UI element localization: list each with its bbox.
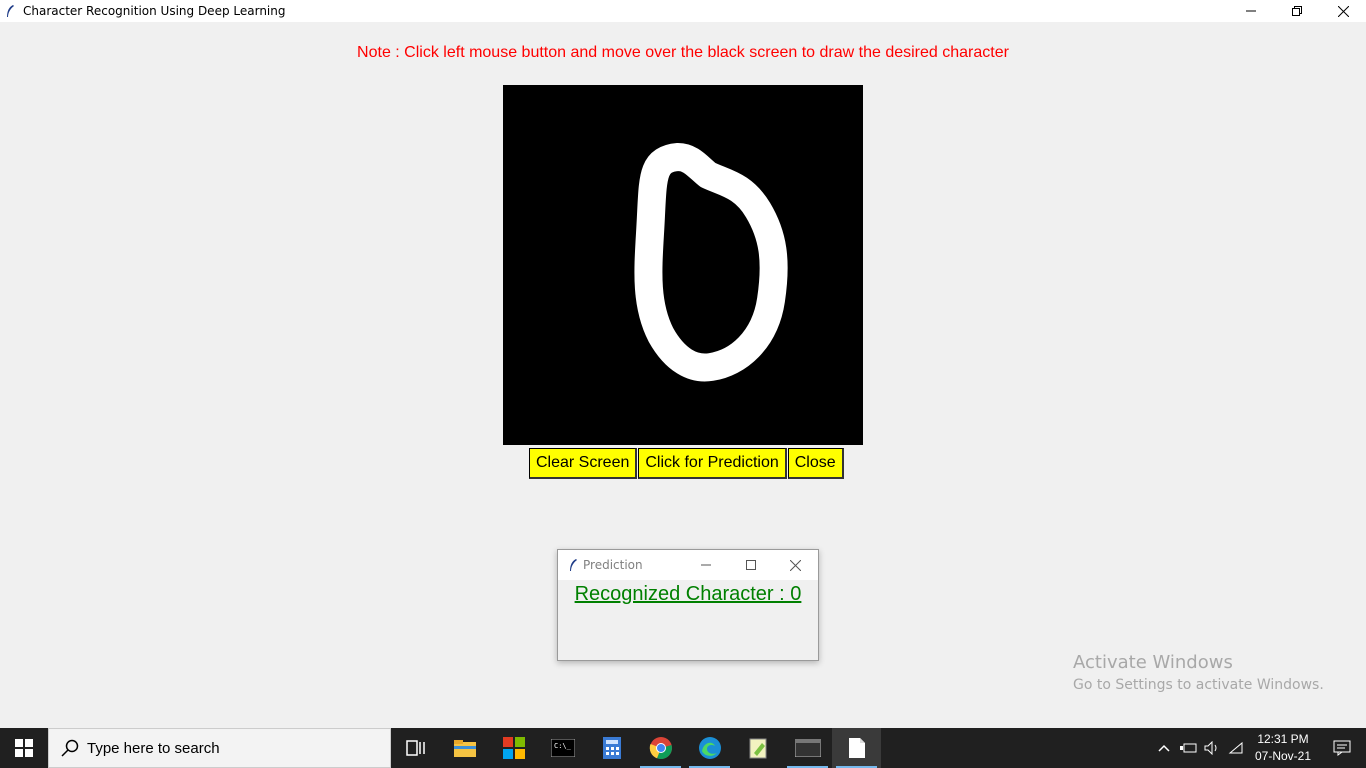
svg-text:C:\_: C:\_ [554, 742, 572, 750]
chevron-up-icon[interactable] [1152, 744, 1176, 752]
file-explorer-icon[interactable] [440, 728, 489, 768]
title-bar: Character Recognition Using Deep Learnin… [0, 0, 1366, 22]
drawn-character-stroke [634, 143, 788, 382]
clock-date: 07-Nov-21 [1254, 749, 1312, 763]
restore-button[interactable] [1274, 0, 1320, 22]
search-icon [61, 739, 79, 757]
recognized-character-label: Recognized Character : 0 [574, 583, 802, 605]
close-button[interactable]: Close [787, 448, 844, 479]
chrome-icon[interactable] [636, 728, 685, 768]
start-button[interactable] [0, 728, 48, 768]
taskbar-search-box[interactable]: Type here to search [48, 728, 391, 768]
action-buttons: Clear Screen Click for Prediction Close [529, 448, 845, 479]
predict-button[interactable]: Click for Prediction [638, 448, 787, 479]
prediction-window: Prediction Recognized Character : 0 [557, 549, 819, 661]
prediction-title: Prediction [583, 558, 643, 572]
minimize-button[interactable] [1228, 0, 1274, 22]
feather-icon [5, 4, 19, 18]
popup-window-controls [683, 550, 818, 580]
system-tray: 12:31 PM 07-Nov-21 [1152, 728, 1366, 768]
wifi-icon[interactable] [1224, 741, 1248, 755]
window-title: Character Recognition Using Deep Learnin… [23, 4, 286, 18]
activate-subtext: Go to Settings to activate Windows. [1073, 677, 1324, 693]
popup-close-button[interactable] [773, 550, 818, 580]
console-icon[interactable] [783, 728, 832, 768]
office-icon[interactable] [489, 728, 538, 768]
speaker-icon[interactable] [1200, 741, 1224, 755]
activate-heading: Activate Windows [1073, 652, 1233, 673]
windows-icon [15, 739, 33, 757]
window-controls [1228, 0, 1366, 22]
clear-screen-button[interactable]: Clear Screen [529, 448, 638, 479]
notification-icon[interactable] [1318, 728, 1366, 768]
task-view-icon[interactable] [391, 728, 440, 768]
document-icon[interactable] [832, 728, 881, 768]
terminal-icon[interactable]: C:\_ [538, 728, 587, 768]
feather-icon [568, 558, 578, 572]
notepadpp-icon[interactable] [734, 728, 783, 768]
activation-watermark: Activate Windows Go to Settings to activ… [1073, 652, 1324, 693]
taskbar-clock[interactable]: 12:31 PM 07-Nov-21 [1248, 731, 1318, 765]
edge-icon[interactable] [685, 728, 734, 768]
taskbar: Type here to search C:\_ 12:31 PM 07-Nov… [0, 728, 1366, 768]
prediction-title-bar: Prediction [558, 550, 818, 580]
drawing-canvas[interactable] [503, 85, 863, 445]
close-window-button[interactable] [1320, 0, 1366, 22]
search-placeholder: Type here to search [87, 739, 220, 757]
clock-time: 12:31 PM [1257, 732, 1309, 746]
battery-icon[interactable] [1176, 742, 1200, 754]
popup-maximize-button[interactable] [728, 550, 773, 580]
popup-minimize-button[interactable] [683, 550, 728, 580]
calculator-icon[interactable] [587, 728, 636, 768]
instruction-note: Note : Click left mouse button and move … [357, 44, 1009, 61]
